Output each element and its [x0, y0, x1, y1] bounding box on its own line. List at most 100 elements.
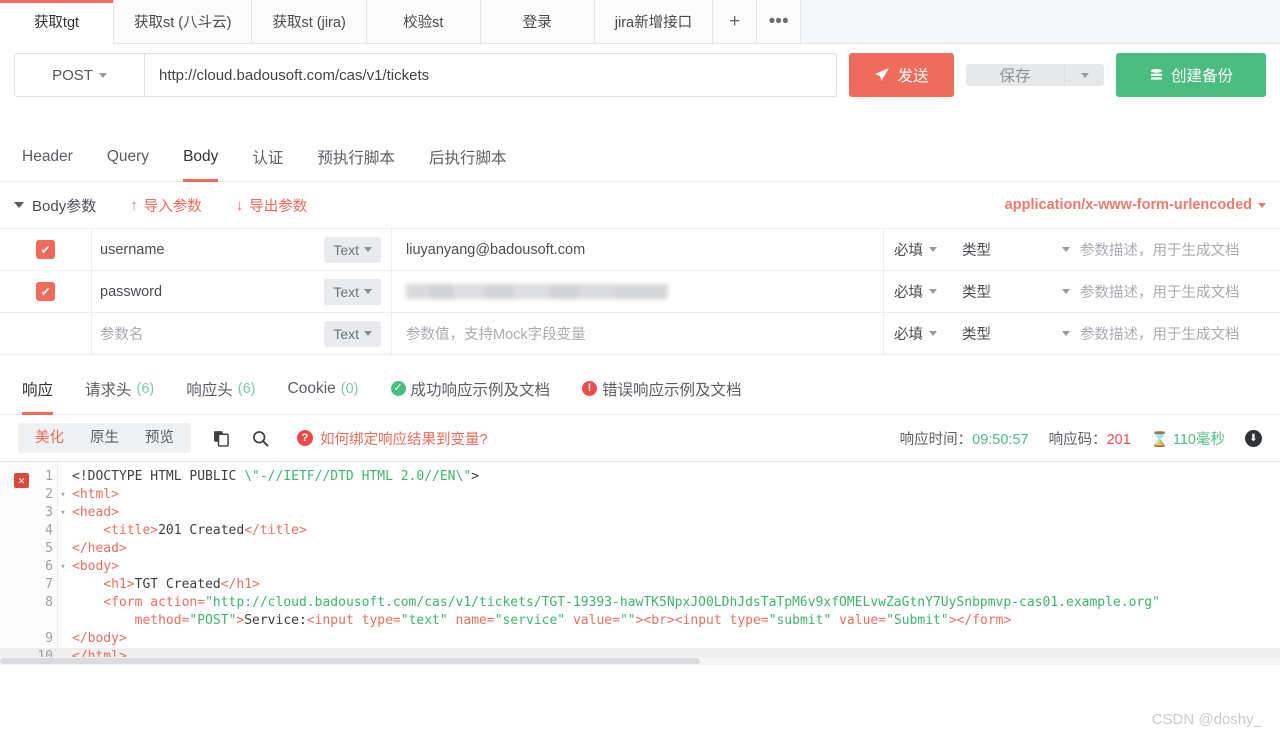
param-datatype-select[interactable]: 类型 [956, 271, 1080, 313]
req-tab-auth[interactable]: 认证 [252, 132, 283, 182]
req-tab-header[interactable]: Header [22, 132, 73, 182]
masked-password-value [406, 284, 668, 299]
param-datatype-value: 类型 [962, 327, 991, 343]
resp-tab-response-headers[interactable]: 响应头 (6) [186, 363, 255, 415]
save-dropdown-button[interactable] [1064, 64, 1104, 86]
code-line-text: </head> [72, 541, 127, 556]
req-tab-label: 认证 [252, 149, 284, 167]
search-icon[interactable] [252, 430, 269, 447]
view-mode-raw[interactable]: 原生 [77, 423, 132, 453]
param-desc-cell[interactable]: 参数描述，用于生成文档 [1080, 313, 1280, 355]
param-type-select[interactable]: Text [324, 236, 381, 263]
code-line-text: <h1>TGT Created</h1> [72, 577, 260, 592]
tab-bar-filler [801, 0, 1280, 43]
chevron-down-icon [98, 72, 107, 78]
row-enable-cell [0, 312, 92, 355]
request-tab-5[interactable]: jira新增接口 [594, 0, 714, 43]
req-tab-body[interactable]: Body [183, 132, 219, 182]
param-datatype-select[interactable]: 类型 [956, 229, 1080, 271]
code-line: 3 ▾ <head> [0, 504, 1280, 522]
question-circle-icon: ? [297, 430, 313, 446]
line-number: 9 [45, 631, 53, 646]
response-duration-value: 110毫秒 [1172, 431, 1225, 448]
collapse-triangle-icon[interactable] [14, 202, 24, 208]
param-type-value: Text [333, 241, 359, 258]
request-tab-label: 获取st (八斗云) [134, 15, 232, 31]
fold-toggle-icon[interactable]: ▾ [58, 486, 68, 504]
resp-tab-error-example[interactable]: ! 错误响应示例及文档 [582, 363, 742, 415]
view-mode-preview[interactable]: 预览 [132, 423, 187, 453]
param-value-cell[interactable]: 参数值，支持Mock字段变量 [392, 312, 884, 355]
param-value-cell[interactable]: liuyanyang@badousoft.com [392, 228, 884, 271]
row-checkbox[interactable]: ✔ [36, 282, 55, 301]
editor-code-area[interactable]: 1 <!DOCTYPE HTML PUBLIC \"-//IETF//DTD HT… [0, 462, 1280, 665]
save-button[interactable]: 保存 [966, 64, 1064, 86]
param-name-cell[interactable]: 参数名 Text [92, 312, 392, 355]
watermark: CSDN @doshy_ [1151, 711, 1262, 728]
copy-icon[interactable] [213, 430, 230, 447]
line-number: 4 [45, 523, 53, 538]
more-tabs-button[interactable]: ••• [757, 0, 802, 43]
request-tab-1[interactable]: 获取st (八斗云) [114, 0, 253, 43]
view-mode-beautify[interactable]: 美化 [22, 423, 77, 453]
param-name-cell[interactable]: username Text [92, 228, 392, 271]
response-code-editor[interactable]: ✕ 1 <!DOCTYPE HTML PUBLIC \"-//IETF//DTD … [0, 461, 1280, 665]
resp-tab-success-example[interactable]: ✓ 成功响应示例及文档 [390, 363, 550, 415]
export-params-button[interactable]: ↓ 导出参数 [236, 195, 308, 216]
param-name-cell[interactable]: password Text [92, 270, 392, 313]
req-tab-pre-script[interactable]: 预执行脚本 [317, 132, 395, 182]
http-method-select[interactable]: POST [14, 53, 144, 97]
fold-toggle-icon[interactable]: ▾ [58, 504, 68, 522]
editor-horizontal-scrollbar[interactable] [0, 657, 1280, 665]
param-required-select[interactable]: 必填 [884, 229, 956, 271]
request-tab-4[interactable]: 登录 [480, 0, 595, 43]
param-desc-placeholder: 参数描述，用于生成文档 [1080, 327, 1240, 343]
param-required-select[interactable]: 必填 [884, 313, 956, 355]
add-tab-button[interactable]: + [713, 0, 758, 43]
row-checkbox[interactable] [36, 324, 55, 343]
send-icon [875, 68, 890, 81]
param-type-select[interactable]: Text [324, 320, 381, 347]
request-tab-label: 登录 [522, 15, 552, 31]
resp-tab-request-headers[interactable]: 请求头 (6) [85, 363, 154, 415]
response-section-tabs: 响应 请求头 (6) 响应头 (6) Cookie (0) ✓ 成功响应示例及文… [0, 363, 1280, 415]
resp-tab-label: Cookie [287, 379, 336, 397]
request-section-tabs: Header Query Body 认证 预执行脚本 后执行脚本 [0, 132, 1280, 182]
ellipsis-icon: ••• [768, 10, 789, 32]
request-tab-2[interactable]: 获取st (jira) [252, 0, 367, 43]
resp-tab-response[interactable]: 响应 [22, 363, 54, 415]
url-input[interactable]: http://cloud.badousoft.com/cas/v1/ticket… [144, 53, 837, 97]
response-duration-group: ⌛ 110毫秒 [1151, 428, 1225, 449]
param-desc-cell[interactable]: 参数描述，用于生成文档 [1080, 229, 1280, 271]
param-datatype-select[interactable]: 类型 [956, 313, 1080, 355]
req-tab-query[interactable]: Query [107, 132, 149, 182]
import-params-button[interactable]: ↑ 导入参数 [130, 195, 202, 216]
resp-tab-label: 错误响应示例及文档 [602, 381, 742, 399]
create-backup-label: 创建备份 [1170, 68, 1233, 85]
create-backup-button[interactable]: 创建备份 [1116, 53, 1266, 97]
param-required-select[interactable]: 必填 [884, 271, 956, 313]
request-tab-3[interactable]: 校验st [366, 0, 481, 43]
param-desc-placeholder: 参数描述，用于生成文档 [1080, 285, 1240, 301]
param-type-select[interactable]: Text [324, 278, 381, 305]
param-desc-cell[interactable]: 参数描述，用于生成文档 [1080, 271, 1280, 313]
fold-toggle-icon[interactable]: ▾ [58, 558, 68, 576]
param-type-value: Text [333, 325, 359, 342]
resp-tab-label: 请求头 [85, 381, 132, 399]
req-tab-post-script[interactable]: 后执行脚本 [429, 132, 507, 182]
param-value-cell[interactable] [392, 270, 884, 313]
send-button[interactable]: 发送 [849, 53, 954, 97]
bind-variable-hint-link[interactable]: ? 如何绑定响应结果到变量? [297, 428, 488, 449]
save-button-group: 保存 [966, 64, 1104, 86]
content-type-select[interactable]: application/x-www-form-urlencoded [1005, 197, 1266, 213]
request-tab-label: jira新增接口 [614, 15, 693, 31]
download-icon[interactable]: ⬇ [1245, 429, 1262, 447]
import-params-label: 导入参数 [143, 198, 202, 215]
scrollbar-thumb[interactable] [0, 658, 700, 664]
bind-variable-hint-label: 如何绑定响应结果到变量? [320, 431, 488, 448]
request-tab-0[interactable]: 获取tgt [0, 0, 114, 44]
param-datatype-value: 类型 [962, 243, 991, 259]
row-checkbox[interactable]: ✔ [36, 240, 55, 259]
resp-tab-cookie[interactable]: Cookie (0) [288, 363, 359, 415]
code-line: 5 </head> [0, 540, 1280, 558]
